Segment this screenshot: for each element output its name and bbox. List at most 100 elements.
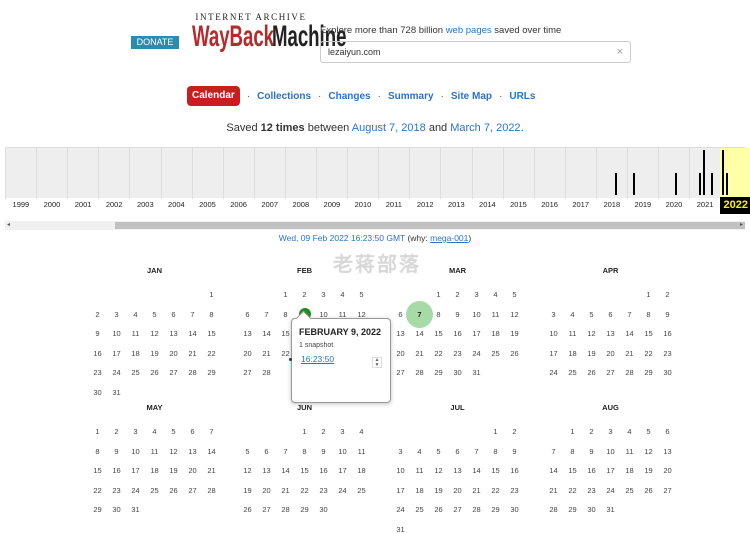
snapshot-bar[interactable]	[721, 150, 724, 195]
tab-urls[interactable]: URLs	[509, 91, 535, 102]
timeline-scrollbar[interactable]: ◂ ▸	[5, 221, 745, 230]
snapshot-bar[interactable]	[633, 172, 636, 195]
timeline-divider	[658, 148, 660, 199]
year-timeline[interactable]	[5, 147, 750, 199]
calendar-day: 7	[627, 309, 632, 319]
timeline-divider	[67, 148, 69, 199]
scroll-right-icon[interactable]: ▸	[740, 221, 743, 228]
year-label[interactable]: 2017	[572, 200, 589, 209]
popup-snapshot-list: 16:23:50	[299, 354, 383, 364]
calendar-day: 17	[606, 466, 615, 475]
year-label[interactable]: 2011	[386, 200, 402, 209]
calendar-day: 10	[549, 329, 558, 338]
calendar-day: 19	[243, 485, 252, 495]
year-label[interactable]: 2000	[44, 200, 61, 209]
donate-button[interactable]: DONATE	[131, 36, 179, 49]
snapshot-bar[interactable]	[703, 150, 706, 195]
popup-time-link[interactable]: 16:23:50	[301, 354, 334, 364]
calendar-day: 30	[93, 387, 102, 397]
calendar-day: 3	[608, 427, 613, 436]
year-label[interactable]: 2008	[292, 200, 309, 209]
year-label[interactable]: 2013	[448, 200, 465, 209]
calendar-day: 23	[510, 485, 519, 495]
calendar-day: 5	[646, 427, 651, 436]
calendar-day: 3	[114, 309, 119, 319]
timeline-divider	[253, 148, 255, 199]
snapshot-time[interactable]: Wed, 09 Feb 2022 16:23:50 GMT	[279, 233, 405, 243]
calendar-day: 9	[95, 329, 100, 338]
year-label[interactable]: 2007	[261, 200, 278, 209]
wayback-logo[interactable]: INTERNET ARCHIVE WayBack Machine	[192, 12, 347, 52]
last-snapshot-link[interactable]: March 7, 2022	[450, 122, 520, 134]
calendar-day: 21	[415, 348, 424, 358]
calendar-day: 25	[131, 368, 140, 377]
year-label[interactable]: 2001	[75, 200, 92, 209]
calendar-day: 14	[625, 329, 634, 338]
year-label[interactable]: 2004	[168, 200, 185, 209]
tab-site-map[interactable]: Site Map	[451, 91, 492, 102]
popup-date: FEBRUARY 9, 2022	[299, 327, 382, 337]
year-label[interactable]: 2005	[199, 200, 216, 209]
year-label[interactable]: 2009	[324, 200, 341, 209]
year-label[interactable]: 2015	[510, 200, 527, 209]
tab-collections[interactable]: Collections	[257, 91, 311, 102]
year-label[interactable]: 2020	[666, 200, 683, 209]
scroll-thumb[interactable]	[115, 222, 745, 229]
month-aug: AUG 1 2 3 4 5 6 7 8 9 10 11 12 13 14 15 16 17 18 19 20 21 22 23…	[544, 403, 677, 514]
calendar-day: 18	[150, 466, 159, 475]
snapshot-bar[interactable]	[614, 172, 617, 195]
snapshot-bar[interactable]	[710, 172, 713, 195]
calendar-day: 21	[472, 485, 481, 495]
calendar-day: 2	[665, 290, 670, 299]
year-label[interactable]: 2021	[697, 200, 714, 209]
chevron-down-icon[interactable]: ▼	[375, 362, 380, 368]
calendar-day: 26	[510, 348, 519, 358]
snapshot-bar[interactable]	[725, 172, 728, 195]
snapshot-day[interactable]: 7	[406, 300, 433, 328]
popup-scroll-control[interactable]: ▲ ▼	[372, 357, 382, 368]
calendar-day: 19	[644, 466, 653, 475]
calendar-day: 26	[243, 505, 252, 514]
current-year-highlight	[720, 148, 750, 199]
timeline-divider	[689, 148, 691, 199]
scroll-left-icon[interactable]: ◂	[7, 221, 10, 228]
clear-icon[interactable]: ×	[617, 42, 623, 62]
tab-changes[interactable]: Changes	[328, 91, 370, 102]
web-pages-link[interactable]: web pages	[446, 25, 492, 36]
snapshot-bar[interactable]	[675, 172, 678, 195]
year-label[interactable]: 1999	[13, 200, 30, 209]
month-title: MAY	[146, 403, 163, 412]
calendar-day: 7	[264, 309, 269, 319]
why-link[interactable]: mega-001	[430, 233, 468, 243]
year-label[interactable]: 2016	[541, 200, 558, 209]
first-snapshot-link[interactable]: August 7, 2018	[352, 122, 426, 134]
year-label[interactable]: 2018	[603, 200, 620, 209]
year-label[interactable]: 2002	[106, 200, 123, 209]
calendar-day: 28	[262, 368, 271, 377]
calendar-day: 1	[95, 427, 100, 436]
current-year-label[interactable]: 2022	[720, 197, 750, 214]
calendar-day: 30	[587, 505, 596, 514]
calendar-day: 29	[568, 505, 577, 514]
calendar-day: 17	[549, 348, 558, 358]
year-label[interactable]: 2006	[230, 200, 247, 209]
calendar-day: 18	[357, 466, 366, 475]
calendar-day: 27	[663, 485, 672, 495]
calendar-day: 26	[169, 485, 178, 495]
snapshot-bar[interactable]	[698, 172, 701, 195]
url-search-input[interactable]: lezaiyun.com ×	[320, 41, 631, 63]
calendar-day: 23	[663, 348, 672, 358]
year-label[interactable]: 2014	[479, 200, 496, 209]
calendar-day: 31	[606, 505, 615, 514]
calendar-day: 24	[396, 505, 405, 514]
tab-summary[interactable]: Summary	[388, 91, 434, 102]
calendar-day: 2	[455, 290, 460, 299]
timeline-divider	[160, 148, 162, 199]
snapshot-info: Wed, 09 Feb 2022 16:23:50 GMT (why: mega…	[0, 233, 750, 243]
tab-calendar[interactable]: Calendar	[187, 86, 240, 106]
calendar-day: 28	[207, 485, 216, 495]
year-label[interactable]: 2012	[417, 200, 434, 209]
year-label[interactable]: 2019	[635, 200, 652, 209]
year-label[interactable]: 2003	[137, 200, 154, 209]
year-label[interactable]: 2010	[355, 200, 372, 209]
